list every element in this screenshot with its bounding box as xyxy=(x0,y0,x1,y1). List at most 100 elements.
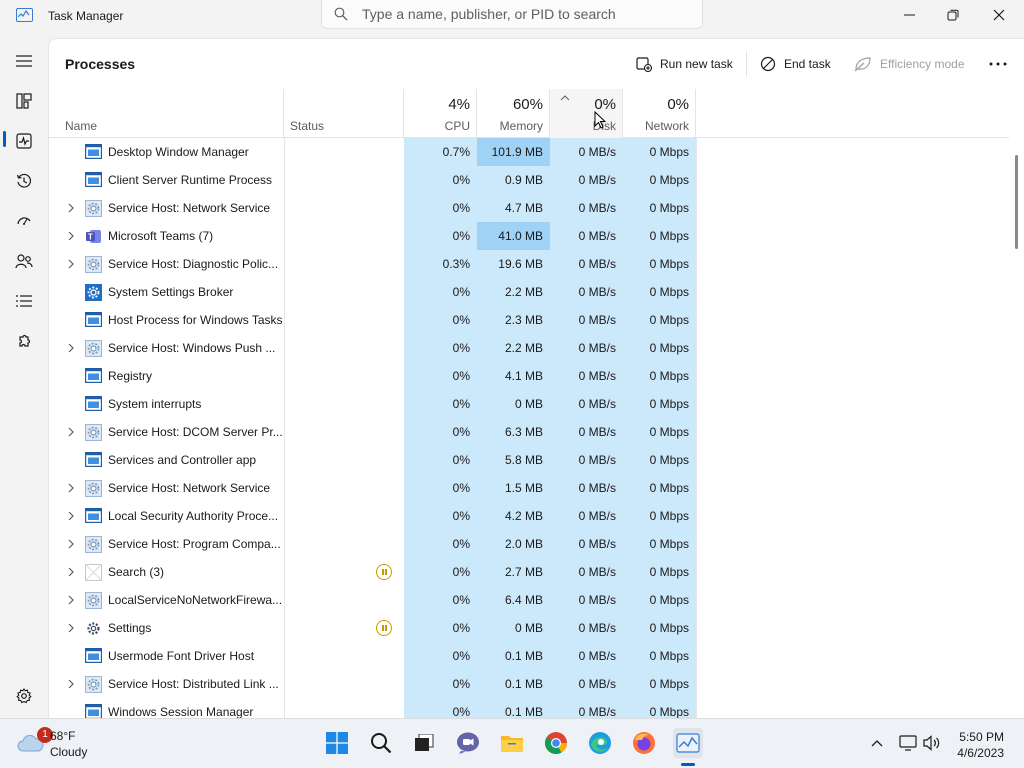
header-memory[interactable]: 60% Memory xyxy=(477,89,550,138)
memory-cell: 4.7 MB xyxy=(477,194,550,222)
nav-performance[interactable] xyxy=(8,125,40,157)
process-row[interactable]: Local Security Authority Proce... 0% 4.2 M… xyxy=(49,502,1009,530)
expand-chevron-icon[interactable] xyxy=(65,230,77,242)
process-row[interactable]: Settings 0% 0 MB 0 MB/s 0 Mbps xyxy=(49,614,1009,642)
disk-cell: 0 MB/s xyxy=(550,390,623,418)
process-name: Windows Session Manager xyxy=(108,705,254,718)
process-row[interactable]: System interrupts 0% 0 MB 0 MB/s 0 Mbps xyxy=(49,390,1009,418)
nav-services[interactable] xyxy=(8,325,40,357)
show-hidden-icons-button[interactable] xyxy=(862,728,892,758)
expand-chevron-icon[interactable] xyxy=(65,622,77,634)
edge-button[interactable] xyxy=(585,728,615,758)
process-name: Settings xyxy=(108,621,152,635)
process-row[interactable]: Windows Session Manager 0% 0.1 MB 0 MB/s 0 M… xyxy=(49,698,1009,718)
expand-chevron-icon[interactable] xyxy=(65,678,77,690)
search-box[interactable] xyxy=(321,0,703,29)
process-row[interactable]: Service Host: Windows Push ... 0% 2.2 MB 0 … xyxy=(49,334,1009,362)
disk-cell: 0 MB/s xyxy=(550,642,623,670)
process-row[interactable]: Services and Controller app 0% 5.8 MB 0 MB/… xyxy=(49,446,1009,474)
expand-chevron-icon[interactable] xyxy=(65,482,77,494)
expand-chevron-icon[interactable] xyxy=(65,566,77,578)
minimize-button[interactable] xyxy=(886,0,932,30)
expand-chevron-icon[interactable] xyxy=(65,342,77,354)
network-cell: 0 Mbps xyxy=(623,586,696,614)
toolbar-separator xyxy=(746,51,747,77)
disk-cell: 0 MB/s xyxy=(550,222,623,250)
cpu-cell: 0% xyxy=(404,446,477,474)
expand-chevron-icon[interactable] xyxy=(65,510,77,522)
expand-chevron-icon[interactable] xyxy=(65,538,77,550)
header-network[interactable]: 0% Network xyxy=(623,89,696,138)
taskbar-search-button[interactable] xyxy=(366,728,396,758)
expand-chevron-icon[interactable] xyxy=(65,202,77,214)
disk-cell: 0 MB/s xyxy=(550,586,623,614)
expand-chevron-icon[interactable] xyxy=(65,426,77,438)
process-row[interactable]: Usermode Font Driver Host 0% 0.1 MB 0 MB/s 0… xyxy=(49,642,1009,670)
nav-app-history[interactable] xyxy=(8,165,40,197)
network-cell: 0 Mbps xyxy=(623,446,696,474)
nav-settings[interactable] xyxy=(8,680,40,712)
process-row[interactable]: Registry 0% 4.1 MB 0 MB/s 0 Mbps xyxy=(49,362,1009,390)
task-manager-taskbar-button[interactable] xyxy=(673,728,703,758)
efficiency-mode-button[interactable]: Efficiency mode xyxy=(854,53,965,75)
expand-chevron-icon[interactable] xyxy=(65,258,77,270)
process-row[interactable]: Service Host: Distributed Link ... 0% 0.1 … xyxy=(49,670,1009,698)
hamburger-menu-button[interactable] xyxy=(8,45,40,77)
cpu-cell: 0% xyxy=(404,698,477,718)
window-icon xyxy=(85,312,103,328)
cpu-cell: 0.7% xyxy=(404,138,477,166)
settings-gear-icon xyxy=(16,688,32,704)
start-button[interactable] xyxy=(322,728,352,758)
more-options-button[interactable] xyxy=(989,53,1007,75)
hamburger-icon xyxy=(16,55,32,67)
process-row[interactable]: System Settings Broker 0% 2.2 MB 0 MB/s 0 Mb… xyxy=(49,278,1009,306)
weather-widget[interactable]: 1 68°F Cloudy xyxy=(8,719,108,768)
process-row[interactable]: Service Host: Network Service 0% 1.5 MB 0 M… xyxy=(49,474,1009,502)
process-row[interactable]: Desktop Window Manager 0.7% 101.9 MB 0 MB/s… xyxy=(49,138,1009,166)
chrome-button[interactable] xyxy=(541,728,571,758)
header-memory-percent: 60% xyxy=(512,96,543,113)
expand-chevron-icon[interactable] xyxy=(65,594,77,606)
file-explorer-button[interactable] xyxy=(497,728,527,758)
nav-active-indicator xyxy=(3,131,6,147)
vertical-scrollbar[interactable] xyxy=(1015,155,1018,249)
process-row[interactable]: Service Host: Network Service 0% 4.7 MB 0 M… xyxy=(49,194,1009,222)
nav-users[interactable] xyxy=(8,245,40,277)
process-name: Service Host: Program Compa... xyxy=(108,537,281,551)
process-row[interactable]: Service Host: Diagnostic Polic... 0.3% 19.… xyxy=(49,250,1009,278)
header-cpu[interactable]: 4% CPU xyxy=(404,89,477,138)
teams-chat-button[interactable] xyxy=(453,728,483,758)
process-row[interactable]: T Microsoft Teams (7) 0% 41.0 MB 0 MB/s 0 Mbp… xyxy=(49,222,1009,250)
run-new-task-label: Run new task xyxy=(660,57,733,71)
process-name: Service Host: Diagnostic Polic... xyxy=(108,257,279,271)
cpu-cell: 0% xyxy=(404,278,477,306)
process-name: LocalServiceNoNetworkFirewa... xyxy=(108,593,283,607)
header-disk[interactable]: 0% Disk xyxy=(550,89,623,138)
nav-details[interactable] xyxy=(8,285,40,317)
process-row[interactable]: Service Host: DCOM Server Pr... 0% 6.3 MB 0… xyxy=(49,418,1009,446)
process-row[interactable]: LocalServiceNoNetworkFirewa... 0% 6.4 MB 0 … xyxy=(49,586,1009,614)
clock[interactable]: 5:50 PM 4/6/2023 xyxy=(944,719,1024,768)
process-row[interactable]: Client Server Runtime Process 0% 0.9 MB 0 M… xyxy=(49,166,1009,194)
process-row[interactable]: Host Process for Windows Tasks 0% 2.3 MB 0 … xyxy=(49,306,1009,334)
nav-startup-apps[interactable] xyxy=(8,205,40,237)
taskbar: 1 68°F Cloudy 5:50 PM 4/6/2023 xyxy=(0,718,1024,768)
header-status[interactable]: Status xyxy=(284,89,404,138)
window-icon xyxy=(85,144,103,160)
search-input[interactable] xyxy=(362,3,692,25)
close-button[interactable] xyxy=(976,0,1022,30)
process-row[interactable]: Search (3) 0% 2.7 MB 0 MB/s 0 Mbps xyxy=(49,558,1009,586)
header-name[interactable]: Name xyxy=(49,89,284,138)
run-new-task-button[interactable]: Run new task xyxy=(636,53,733,75)
nav-processes[interactable] xyxy=(8,85,40,117)
process-row[interactable]: Service Host: Program Compa... 0% 2.0 MB 0 … xyxy=(49,530,1009,558)
header-status-label: Status xyxy=(290,119,325,133)
firefox-button[interactable] xyxy=(629,728,659,758)
suspended-pause-icon xyxy=(376,620,392,636)
task-view-button[interactable] xyxy=(409,728,439,758)
end-task-button[interactable]: End task xyxy=(760,53,831,75)
disk-cell: 0 MB/s xyxy=(550,362,623,390)
volume-tray-button[interactable] xyxy=(917,728,947,758)
restore-button[interactable] xyxy=(930,0,976,30)
window-icon xyxy=(85,396,103,412)
